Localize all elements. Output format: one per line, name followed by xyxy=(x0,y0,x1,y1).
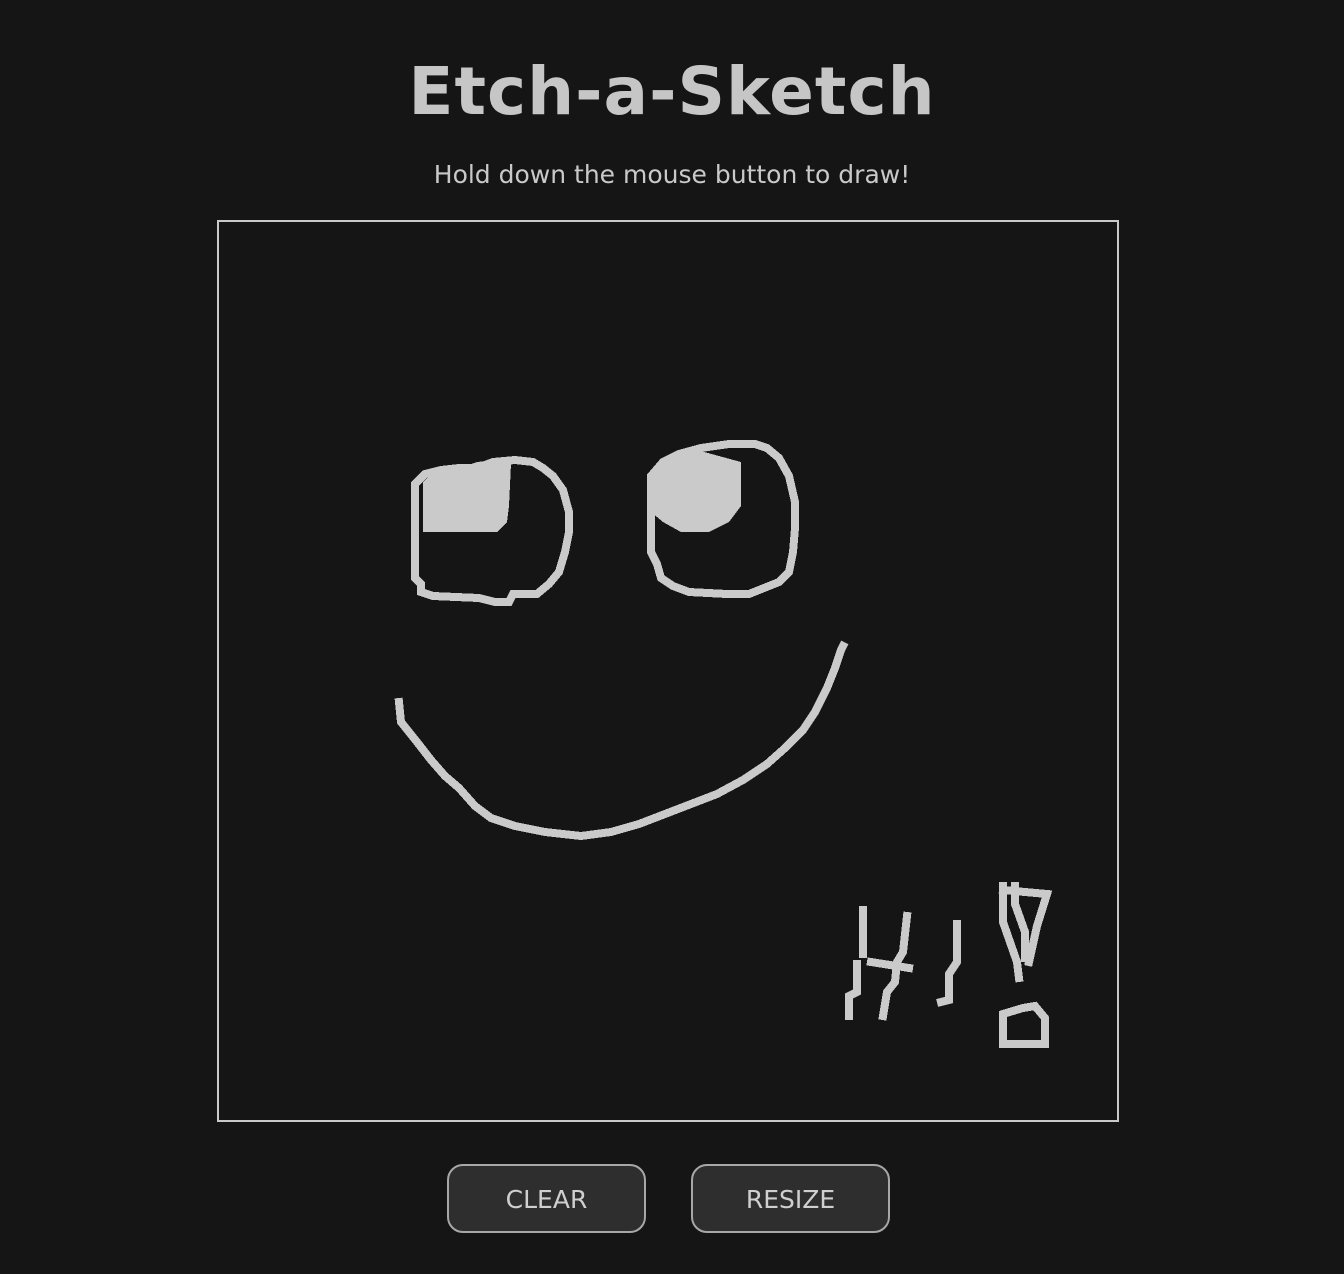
sketch-canvas[interactable] xyxy=(217,220,1119,1122)
resize-button[interactable]: RESIZE xyxy=(691,1164,890,1233)
page-title: Etch-a-Sketch xyxy=(408,53,936,130)
drawing-layer xyxy=(394,440,1053,1048)
exclamation-dot xyxy=(999,1001,1049,1048)
hi-letter-h-left xyxy=(845,906,867,1020)
hi-letter-i xyxy=(936,920,961,1007)
exclamation-stroke xyxy=(998,882,1053,983)
controls-bar: CLEAR RESIZE xyxy=(0,1164,1344,1234)
instructions-text: Hold down the mouse button to draw! xyxy=(433,160,911,189)
hi-letter-h-bar xyxy=(866,957,914,973)
etch-a-sketch-page: Etch-a-Sketch Hold down the mouse button… xyxy=(0,0,1344,1274)
clear-button[interactable]: CLEAR xyxy=(447,1164,646,1233)
smile-stroke xyxy=(394,640,849,841)
